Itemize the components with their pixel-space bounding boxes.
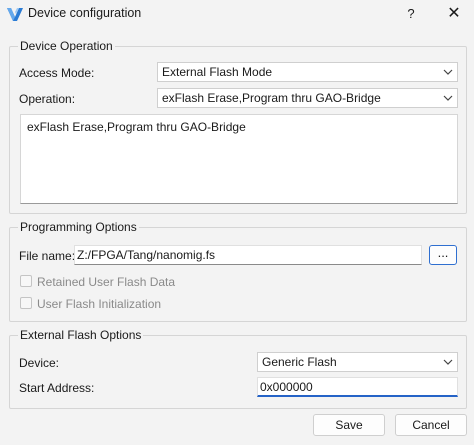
user-flash-init-label: User Flash Initialization — [37, 297, 162, 311]
gowin-logo-icon — [7, 8, 23, 21]
programming-options-title: Programming Options — [18, 220, 139, 234]
title-bar: Device configuration ? ✕ — [0, 0, 474, 28]
file-name-input[interactable]: Z:/FPGA/Tang/nanomig.fs — [74, 245, 422, 265]
retained-user-flash-label: Retained User Flash Data — [37, 275, 176, 289]
operation-value: exFlash Erase,Program thru GAO-Bridge — [162, 91, 381, 105]
operation-label: Operation: — [19, 92, 76, 106]
chevron-down-icon — [443, 95, 453, 101]
save-button[interactable]: Save — [313, 414, 385, 436]
file-name-value: Z:/FPGA/Tang/nanomig.fs — [77, 248, 216, 262]
start-address-input[interactable]: 0x000000 — [257, 377, 458, 397]
operation-description[interactable]: exFlash Erase,Program thru GAO-Bridge — [20, 114, 458, 204]
window-title: Device configuration — [28, 6, 142, 20]
device-operation-title: Device Operation — [18, 39, 115, 53]
access-mode-value: External Flash Mode — [162, 65, 273, 79]
access-mode-label: Access Mode: — [19, 66, 95, 80]
file-name-label: File name: — [19, 249, 76, 263]
help-icon[interactable]: ? — [401, 4, 421, 24]
operation-select[interactable]: exFlash Erase,Program thru GAO-Bridge — [157, 88, 458, 108]
access-mode-select[interactable]: External Flash Mode — [157, 62, 458, 82]
user-flash-init-checkbox[interactable] — [20, 297, 32, 309]
device-value: Generic Flash — [262, 355, 337, 369]
close-icon[interactable]: ✕ — [443, 4, 465, 24]
start-address-value: 0x000000 — [260, 380, 313, 394]
cancel-button[interactable]: Cancel — [395, 414, 467, 436]
retained-user-flash-checkbox[interactable] — [20, 275, 32, 287]
device-label: Device: — [19, 356, 60, 370]
external-flash-options-title: External Flash Options — [18, 328, 144, 342]
browse-button[interactable]: ... — [429, 245, 457, 265]
device-select[interactable]: Generic Flash — [257, 352, 458, 372]
external-flash-options-group: External Flash Options — [9, 328, 467, 409]
start-address-label: Start Address: — [19, 381, 95, 395]
chevron-down-icon — [443, 69, 453, 75]
chevron-down-icon — [443, 359, 453, 365]
operation-description-text: exFlash Erase,Program thru GAO-Bridge — [27, 120, 246, 134]
